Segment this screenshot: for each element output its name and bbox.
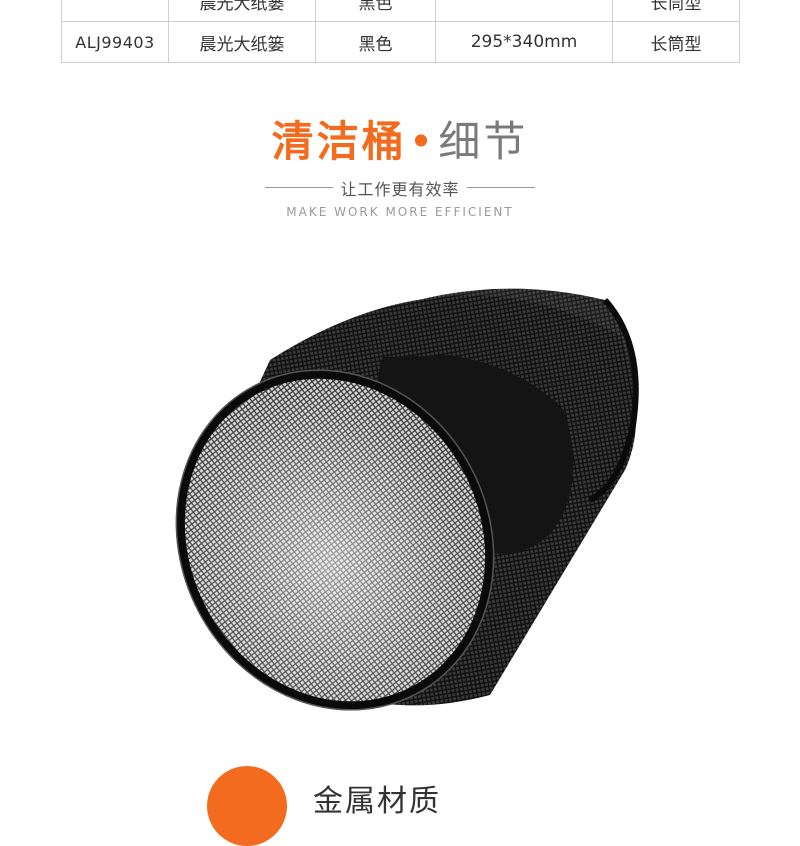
title-main: 清洁桶: [271, 117, 407, 166]
table-row: 晨光大纸篓 黑色 长筒型: [61, 0, 740, 22]
feature-label: 金属材质: [313, 784, 441, 819]
divider: [467, 187, 535, 188]
slogan-english: MAKE WORK MORE EFFICIENT: [286, 205, 514, 219]
spec-table: 晨光大纸篓 黑色 长筒型 ALJ99403 晨光大纸篓 黑色 295*340mm…: [61, 0, 740, 63]
product-name-cell: 晨光大纸篓: [168, 21, 316, 63]
slogan: 让工作更有效率: [340, 180, 460, 199]
table-cell: [435, 0, 613, 22]
table-row: ALJ99403 晨光大纸篓 黑色 295*340mm 长筒型: [61, 21, 740, 63]
table-cell: 晨光大纸篓: [168, 0, 316, 22]
feather-icon: [207, 766, 287, 846]
table-cell: 黑色: [315, 0, 436, 22]
product-code-cell: ALJ99403: [61, 21, 169, 63]
table-cell: 长筒型: [612, 0, 740, 22]
product-color-cell: 黑色: [315, 21, 436, 63]
title-dot: •: [408, 117, 437, 166]
product-size-cell: 295*340mm: [435, 21, 613, 63]
slogan-row: 让工作更有效率: [0, 176, 800, 200]
mesh-wastebasket-icon: [175, 288, 639, 711]
table-cell: [61, 0, 169, 22]
title-sub: 细节: [438, 117, 529, 166]
product-type-cell: 长筒型: [612, 21, 740, 63]
section-title: 清洁桶•细节: [0, 114, 800, 170]
